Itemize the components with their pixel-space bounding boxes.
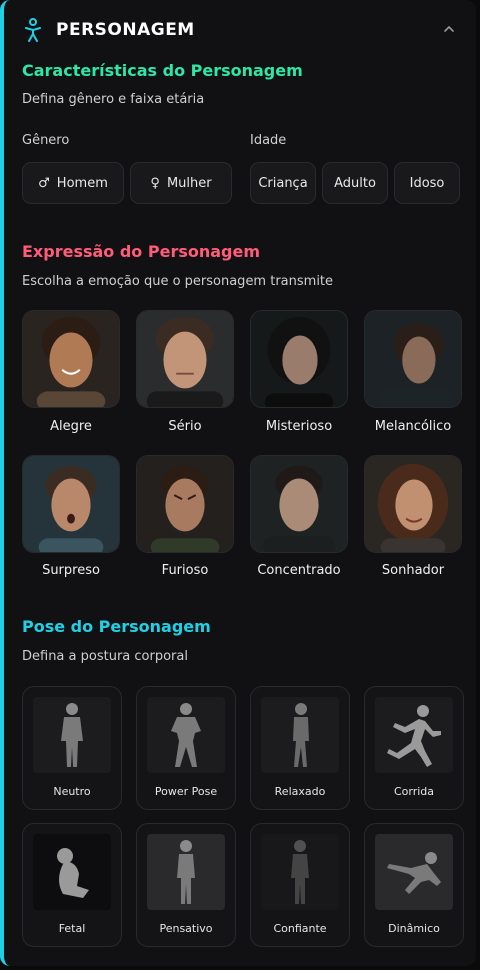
female-symbol-icon: ♀ [150, 175, 160, 191]
expression-label-concentrado: Concentrado [257, 563, 341, 578]
pose-label-relaxado: Relaxado [274, 785, 326, 798]
expression-label-furioso: Furioso [161, 563, 209, 578]
pose-label-confiante: Confiante [273, 922, 327, 935]
pose-label-neutro: Neutro [53, 785, 91, 798]
mysterious-face-portrait [251, 311, 347, 407]
serious-face-portrait [137, 311, 233, 407]
dreamy-face-portrait [365, 456, 461, 552]
pose-subtitle: Defina a postura corporal [22, 649, 188, 664]
dynamic-pose-figure [387, 852, 441, 894]
expression-card-furioso[interactable] [136, 455, 234, 553]
surprised-face-portrait [23, 456, 119, 552]
expression-label-serio: Sério [168, 419, 202, 434]
pose-card-corrida[interactable]: Corrida [364, 686, 464, 810]
focused-face-portrait [251, 456, 347, 552]
pose-card-dinamico[interactable]: Dinâmico [364, 823, 464, 947]
expression-label-alegre: Alegre [50, 419, 92, 434]
expression-label-misterioso: Misterioso [265, 419, 333, 434]
expression-subtitle: Escolha a emoção que o personagem transm… [22, 274, 334, 289]
expression-label-melancolico: Melancólico [374, 419, 452, 434]
melancholic-face-portrait [365, 311, 461, 407]
expression-card-surpreso[interactable] [22, 455, 120, 553]
furious-face-portrait [137, 456, 233, 552]
gender-label: Gênero [22, 133, 70, 148]
expression-card-sonhador[interactable] [364, 455, 462, 553]
expression-card-misterioso[interactable] [250, 310, 348, 408]
characteristics-title: Características do Personagem [22, 61, 303, 80]
pose-label-fetal: Fetal [58, 922, 86, 935]
pose-card-power-pose[interactable]: Power Pose [136, 686, 236, 810]
confident-pose-figure [291, 840, 309, 904]
pose-label-dinamico: Dinâmico [388, 922, 440, 935]
pose-card-relaxado[interactable]: Relaxado [250, 686, 350, 810]
expression-card-melancolico[interactable] [364, 310, 462, 408]
age-button-crianca[interactable]: Criança [250, 162, 316, 204]
neutral-pose-figure [61, 703, 83, 767]
person-icon [25, 18, 41, 42]
expression-card-alegre[interactable] [22, 310, 120, 408]
characteristics-subtitle: Defina gênero e faixa etária [22, 92, 205, 107]
expression-label-surpreso: Surpreso [42, 563, 100, 578]
smiling-face-portrait [23, 311, 119, 407]
personagem-panel: PERSONAGEM Características do Personagem… [0, 0, 476, 966]
pose-card-confiante[interactable]: Confiante [250, 823, 350, 947]
expression-card-concentrado[interactable] [250, 455, 348, 553]
gender-label-mulher: Mulher [166, 175, 212, 191]
pose-card-pensativo[interactable]: Pensativo [136, 823, 236, 947]
gender-button-homem[interactable]: ♂ Homem [22, 162, 124, 204]
age-button-idoso[interactable]: Idoso [394, 162, 460, 204]
fetal-pose-figure [57, 848, 89, 898]
expression-card-serio[interactable] [136, 310, 234, 408]
panel-title: PERSONAGEM [56, 20, 195, 40]
thinking-pose-figure [177, 840, 195, 904]
expression-label-sonhador: Sonhador [381, 563, 445, 578]
chevron-up-icon[interactable] [440, 20, 458, 38]
pose-title: Pose do Personagem [22, 617, 211, 636]
power-pose-figure [171, 703, 201, 767]
gender-button-mulher[interactable]: ♀ Mulher [130, 162, 232, 204]
pose-card-neutro[interactable]: Neutro [22, 686, 122, 810]
age-label: Idade [250, 133, 287, 148]
pose-label-power-pose: Power Pose [154, 785, 218, 798]
panel-header[interactable]: PERSONAGEM [4, 0, 476, 58]
male-symbol-icon: ♂ [38, 175, 50, 191]
relaxed-pose-figure [293, 703, 309, 767]
pose-label-pensativo: Pensativo [159, 922, 213, 935]
running-pose-figure [387, 705, 441, 767]
pose-card-fetal[interactable]: Fetal [22, 823, 122, 947]
pose-label-corrida: Corrida [393, 785, 435, 798]
expression-title: Expressão do Personagem [22, 242, 261, 261]
age-button-adulto[interactable]: Adulto [322, 162, 388, 204]
gender-label-homem: Homem [56, 175, 108, 191]
